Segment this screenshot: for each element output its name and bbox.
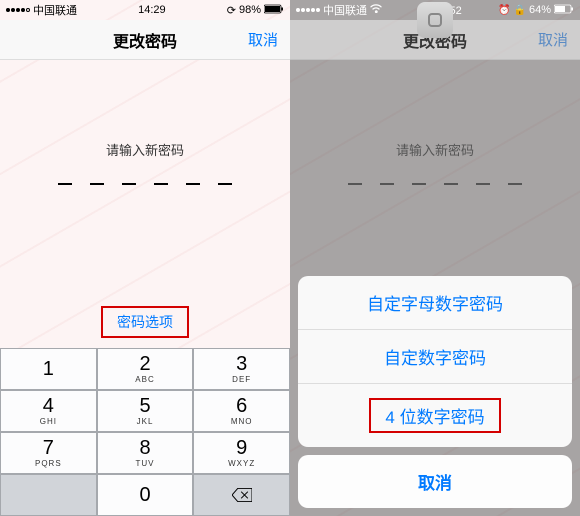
lock-icon: 🔒 bbox=[514, 5, 526, 16]
key-8[interactable]: 8TUV bbox=[97, 432, 194, 474]
key-1[interactable]: 1 bbox=[0, 348, 97, 390]
alarm-icon: ⏰ bbox=[498, 5, 510, 16]
battery-pct: 64% bbox=[529, 4, 551, 16]
signal-dots-icon bbox=[6, 8, 30, 12]
right-screenshot: 中国联通 下午1:52 ⏰ 🔒 64% 更改密码 取消 请输入新密码 自定字母数… bbox=[290, 0, 580, 516]
wifi-icon bbox=[370, 4, 382, 16]
key-6[interactable]: 6MNO bbox=[193, 390, 290, 432]
status-time: 14:29 bbox=[138, 4, 166, 16]
key-0[interactable]: 0 bbox=[97, 474, 194, 516]
key-4[interactable]: 4GHI bbox=[0, 390, 97, 432]
status-bar: 中国联通 14:29 ⟳ 98% bbox=[0, 0, 290, 20]
key-3[interactable]: 3DEF bbox=[193, 348, 290, 390]
backspace-icon bbox=[232, 488, 252, 502]
option-4digit-label: 4 位数字密码 bbox=[385, 408, 484, 427]
passcode-options-button[interactable]: 密码选项 bbox=[117, 314, 173, 330]
nav-title: 更改密码 bbox=[113, 28, 177, 52]
battery-pct: 98% bbox=[239, 4, 261, 16]
key-9[interactable]: 9WXYZ bbox=[193, 432, 290, 474]
key-backspace[interactable] bbox=[193, 474, 290, 516]
key-blank bbox=[0, 474, 97, 516]
option-custom-alphanumeric[interactable]: 自定字母数字密码 bbox=[298, 276, 572, 330]
assistive-touch-icon[interactable] bbox=[417, 2, 453, 38]
option-4digit-highlight[interactable]: 4 位数字密码 bbox=[298, 384, 572, 447]
battery-icon bbox=[264, 4, 284, 17]
left-screenshot: 中国联通 14:29 ⟳ 98% 更改密码 取消 请输入新密码 密码选项 1 2… bbox=[0, 0, 290, 516]
carrier-label: 中国联通 bbox=[323, 2, 367, 18]
signal-dots-icon bbox=[296, 8, 320, 12]
key-7[interactable]: 7PQRS bbox=[0, 432, 97, 474]
passcode-prompt: 请输入新密码 bbox=[290, 140, 580, 159]
passcode-field bbox=[290, 183, 580, 185]
passcode-options-highlight: 密码选项 bbox=[101, 306, 189, 338]
option-custom-numeric[interactable]: 自定数字密码 bbox=[298, 330, 572, 384]
content-area: 请输入新密码 bbox=[0, 60, 290, 185]
action-sheet: 自定字母数字密码 自定数字密码 4 位数字密码 取消 bbox=[298, 276, 572, 508]
cancel-button[interactable]: 取消 bbox=[538, 29, 568, 50]
cancel-button[interactable]: 取消 bbox=[248, 29, 278, 50]
sheet-cancel-button[interactable]: 取消 bbox=[298, 455, 572, 508]
battery-icon bbox=[554, 4, 574, 17]
carrier-label: 中国联通 bbox=[33, 2, 77, 18]
passcode-prompt: 请输入新密码 bbox=[0, 140, 290, 159]
nav-bar: 更改密码 取消 bbox=[0, 20, 290, 60]
key-5[interactable]: 5JKL bbox=[97, 390, 194, 432]
numeric-keypad: 1 2ABC 3DEF 4GHI 5JKL 6MNO 7PQRS 8TUV 9W… bbox=[0, 348, 290, 516]
content-area: 请输入新密码 bbox=[290, 60, 580, 185]
sync-icon: ⟳ bbox=[227, 4, 236, 17]
passcode-field[interactable] bbox=[0, 183, 290, 185]
key-2[interactable]: 2ABC bbox=[97, 348, 194, 390]
